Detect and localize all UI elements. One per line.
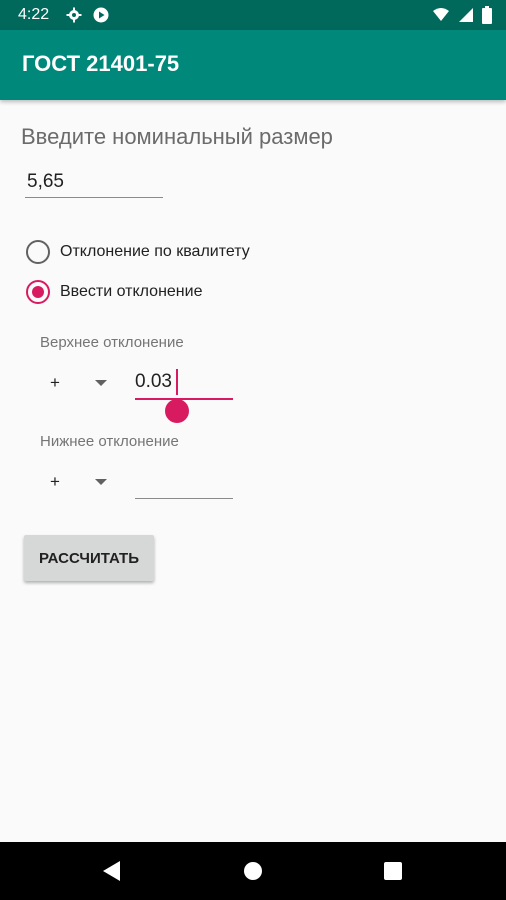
dropdown-arrow-icon [95,380,107,386]
radio-quality-deviation[interactable]: Отклонение по квалитету [26,237,250,267]
radio-enter-deviation-label: Ввести отклонение [60,283,203,300]
upper-sign-value: + [50,373,60,392]
back-icon[interactable] [103,861,120,881]
upper-sign-spinner[interactable]: + [40,368,120,398]
text-selection-handle[interactable] [165,399,189,423]
battery-icon [482,6,492,24]
app-title: ГОСТ 21401-75 [22,51,180,76]
nominal-size-input[interactable] [25,166,163,198]
dropdown-arrow-icon [95,479,107,485]
lower-deviation-input[interactable] [135,465,233,499]
nominal-size-label: Введите номинальный размер [21,124,333,149]
gear-icon [66,7,82,23]
play-icon [93,7,109,23]
radio-enter-deviation[interactable]: Ввести отклонение [26,277,202,307]
app-toolbar: ГОСТ 21401-75 [0,30,506,100]
radio-button-unchecked[interactable] [26,240,50,264]
status-time: 4:22 [18,6,50,23]
lower-sign-spinner[interactable]: + [40,467,120,497]
signal-icon [459,8,473,22]
calculate-button[interactable]: РАССЧИТАТЬ [24,535,154,581]
lower-deviation-label: Нижнее отклонение [40,433,179,450]
navigation-bar [0,842,506,900]
wifi-icon [433,8,449,21]
recent-apps-icon[interactable] [384,862,402,880]
upper-deviation-input[interactable] [135,366,233,400]
text-cursor [176,369,178,395]
radio-quality-deviation-label: Отклонение по квалитету [60,243,250,260]
home-icon[interactable] [244,862,262,880]
radio-button-checked[interactable] [26,280,50,304]
lower-sign-value: + [50,472,60,491]
upper-deviation-label: Верхнее отклонение [40,334,184,351]
status-bar: 4:22 [0,0,506,30]
